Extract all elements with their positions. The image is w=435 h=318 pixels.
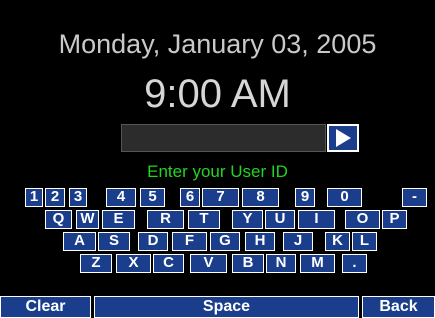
- key-u[interactable]: U: [265, 210, 295, 229]
- key-x[interactable]: X: [116, 254, 151, 273]
- key-y[interactable]: Y: [232, 210, 263, 229]
- key-a[interactable]: A: [63, 232, 96, 251]
- time-display: 9:00 AM: [144, 72, 291, 116]
- key-m[interactable]: M: [300, 254, 335, 273]
- key-7[interactable]: 7: [202, 188, 239, 207]
- key-h[interactable]: H: [245, 232, 275, 251]
- key-2[interactable]: 2: [45, 188, 65, 207]
- key-8[interactable]: 8: [242, 188, 279, 207]
- key-j[interactable]: J: [283, 232, 313, 251]
- key-period[interactable]: .: [342, 254, 367, 273]
- key-g[interactable]: G: [210, 232, 240, 251]
- user-id-prompt: Enter your User ID: [147, 162, 288, 181]
- key-i[interactable]: I: [298, 210, 335, 229]
- key-3[interactable]: 3: [69, 188, 87, 207]
- key-q[interactable]: Q: [45, 210, 72, 229]
- key-b[interactable]: B: [232, 254, 264, 273]
- key-9[interactable]: 9: [295, 188, 315, 207]
- user-id-input[interactable]: [121, 124, 326, 152]
- key-f[interactable]: F: [172, 232, 207, 251]
- key-r[interactable]: R: [147, 210, 184, 229]
- key-6[interactable]: 6: [180, 188, 200, 207]
- clear-button[interactable]: Clear: [0, 296, 91, 318]
- play-arrow-icon: [336, 129, 351, 147]
- key-4[interactable]: 4: [106, 188, 136, 207]
- date-display: Monday, January 03, 2005: [58, 29, 377, 59]
- key-p[interactable]: P: [382, 210, 407, 229]
- key-d[interactable]: D: [138, 232, 168, 251]
- key-o[interactable]: O: [345, 210, 380, 229]
- key-s[interactable]: S: [98, 232, 130, 251]
- key-0[interactable]: 0: [327, 188, 362, 207]
- submit-button[interactable]: [327, 124, 359, 152]
- key-dash[interactable]: -: [402, 188, 427, 207]
- key-z[interactable]: Z: [80, 254, 112, 273]
- back-button[interactable]: Back: [362, 296, 435, 318]
- key-5[interactable]: 5: [140, 188, 165, 207]
- key-c[interactable]: C: [153, 254, 184, 273]
- key-k[interactable]: K: [325, 232, 350, 251]
- key-1[interactable]: 1: [25, 188, 43, 207]
- space-key[interactable]: Space: [94, 296, 359, 318]
- key-n[interactable]: N: [266, 254, 296, 273]
- key-w[interactable]: W: [76, 210, 99, 229]
- key-t[interactable]: T: [188, 210, 220, 229]
- key-v[interactable]: V: [190, 254, 227, 273]
- key-e[interactable]: E: [102, 210, 135, 229]
- key-l[interactable]: L: [352, 232, 377, 251]
